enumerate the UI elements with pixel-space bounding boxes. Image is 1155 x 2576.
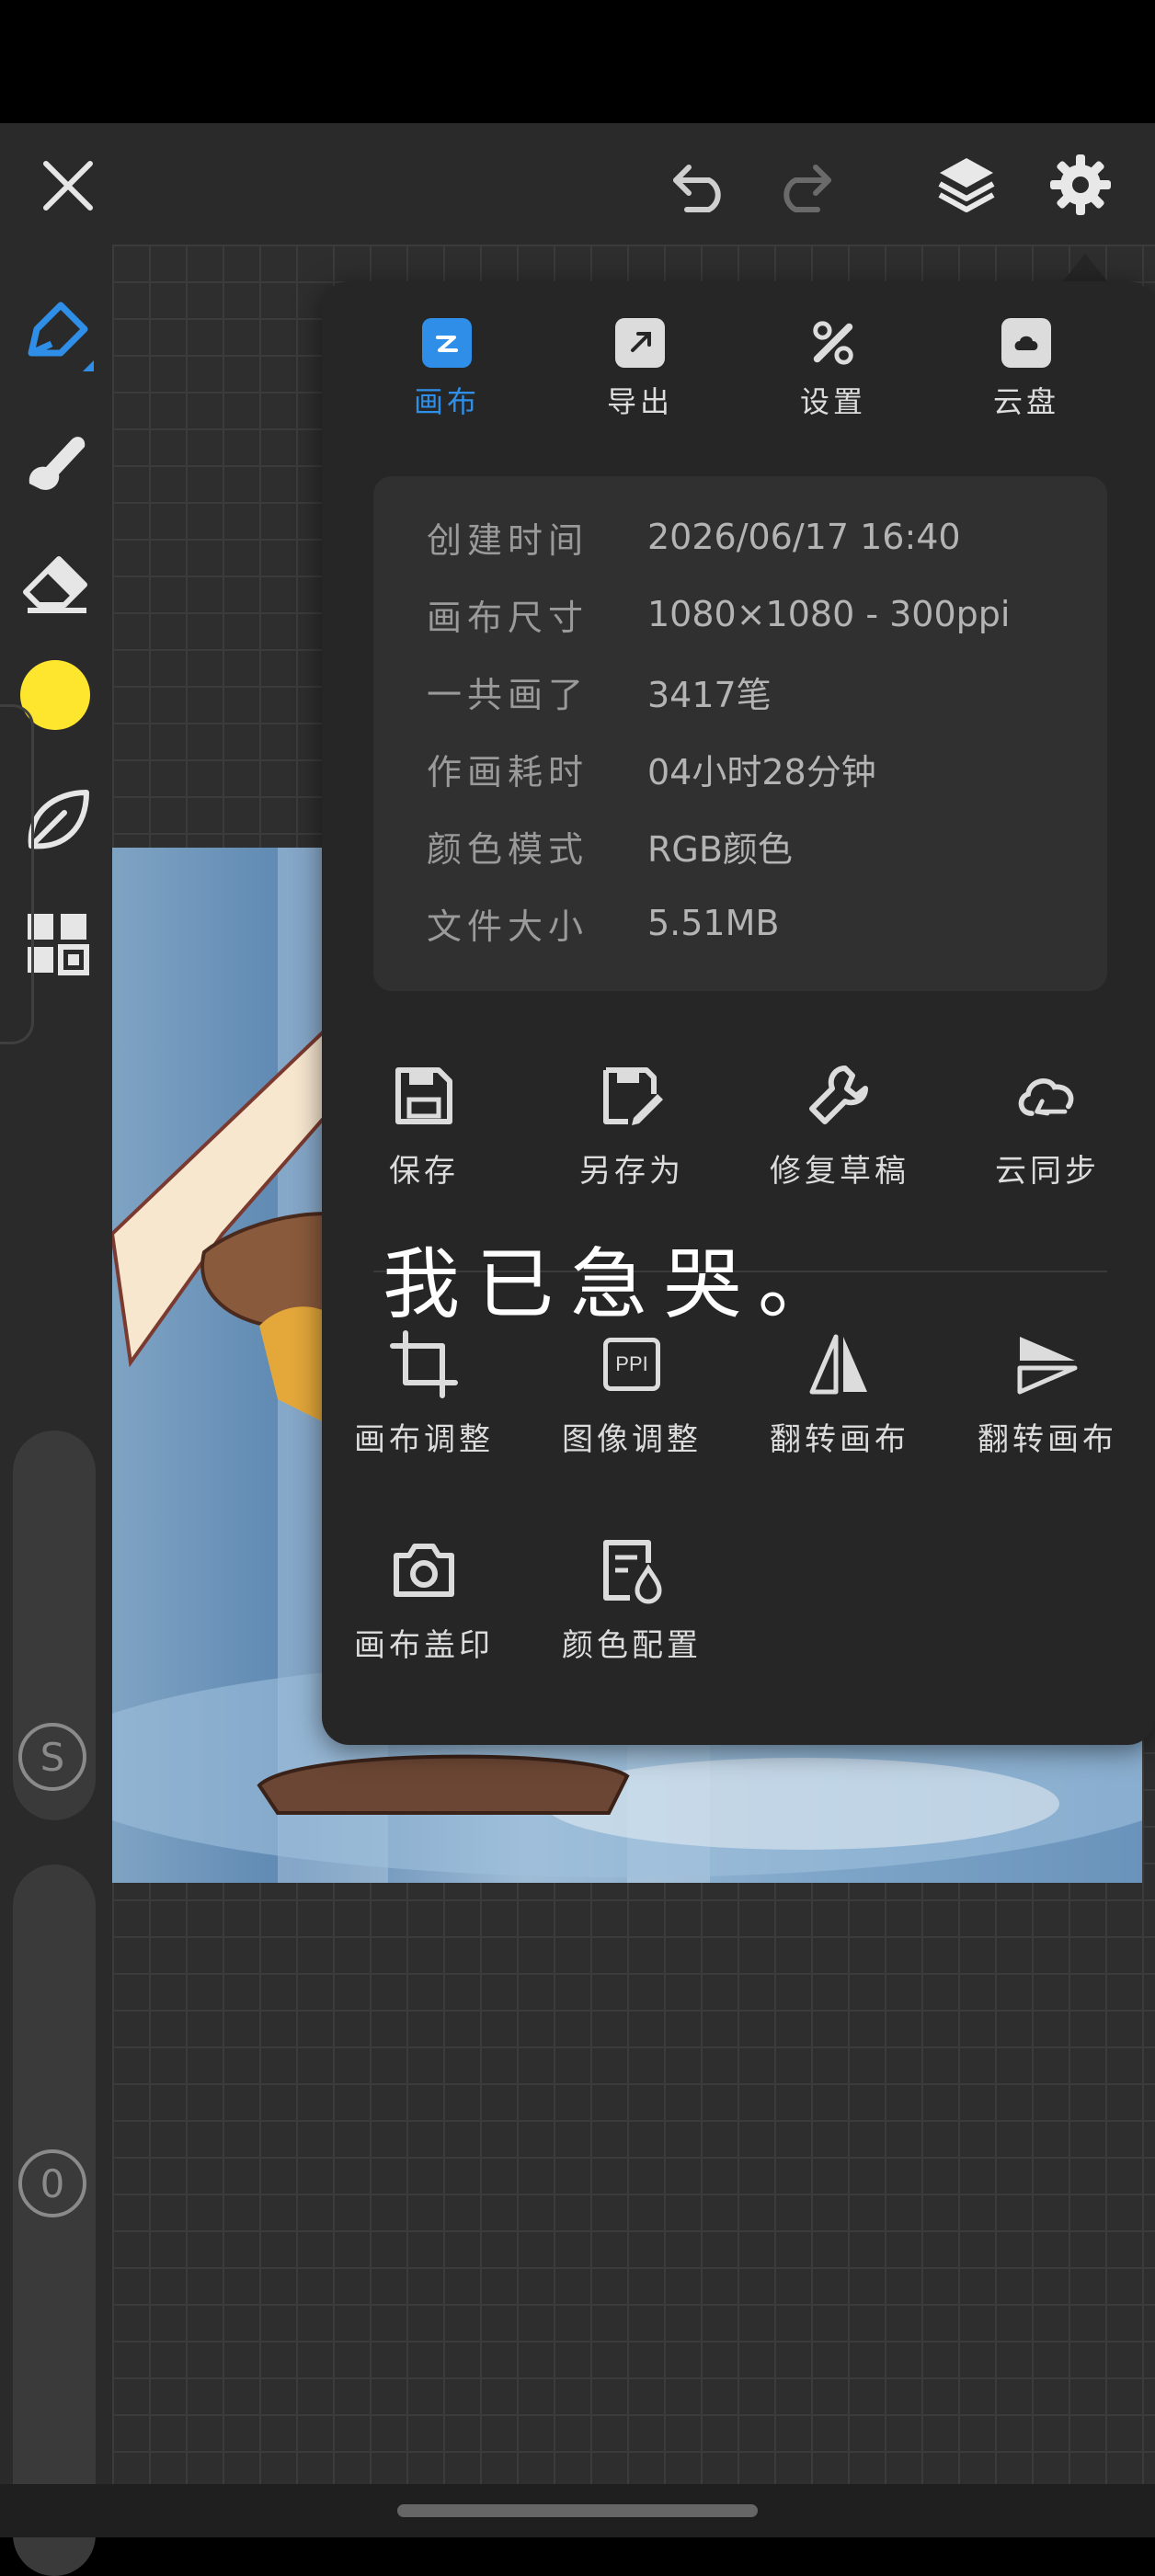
info-key: 创建时间 — [427, 519, 589, 561]
info-value: 5.51MB — [647, 903, 780, 943]
info-row: 颜色模式 RGB颜色 — [427, 818, 793, 873]
settings-tools-icon — [808, 318, 858, 368]
close-button[interactable] — [31, 149, 105, 222]
info-value: 2026/06/17 16:40 — [647, 517, 961, 557]
redo-button[interactable] — [767, 149, 841, 222]
tab-settings[interactable]: 设置 — [769, 318, 898, 438]
info-key: 作画耗时 — [427, 751, 589, 792]
canvas-settings-menu: 画布 导出 设置 云盘 创建时间 2026/06/17 16:40 画布尺寸 108… — [322, 281, 1155, 1745]
eraser-tool-button[interactable] — [18, 542, 96, 620]
info-row: 创建时间 2026/06/17 16:40 — [427, 509, 961, 564]
camera-icon — [387, 1533, 461, 1607]
size-value-badge: S — [18, 1723, 86, 1791]
ppi-icon: PPI — [595, 1328, 669, 1401]
save-icon — [387, 1059, 461, 1133]
left-toolbar: S 0 — [0, 245, 112, 2576]
canvas-adjust-label: 画布调整 — [354, 1421, 494, 1458]
repair-draft-button[interactable]: 修复草稿 — [743, 1059, 936, 1191]
pen-icon — [28, 302, 94, 371]
cloud-sync-button[interactable]: 云同步 — [951, 1059, 1144, 1191]
repair-draft-label: 修复草稿 — [770, 1153, 909, 1190]
tab-cloud-drive-label: 云盘 — [992, 384, 1059, 419]
tab-cloud-drive[interactable]: 云盘 — [962, 318, 1091, 438]
tab-settings-label: 设置 — [799, 384, 866, 419]
info-key: 一共画了 — [427, 674, 589, 715]
canvas-stamp-button[interactable]: 画布盖印 — [327, 1533, 520, 1665]
close-icon — [43, 161, 93, 211]
wrench-icon — [803, 1059, 876, 1133]
color-config-icon — [595, 1533, 669, 1607]
cloud-sync-icon — [1011, 1059, 1084, 1133]
pen-tool-button[interactable] — [18, 296, 96, 373]
flip-vertical-button[interactable]: 翻转画布 — [951, 1328, 1144, 1459]
info-value: 1080×1080 - 300ppi — [647, 594, 1011, 634]
undo-icon — [673, 165, 721, 212]
settings-button[interactable] — [1041, 145, 1120, 224]
flip-horizontal-icon — [803, 1328, 876, 1401]
layers-button[interactable] — [927, 145, 1006, 224]
image-adjust-label: 图像调整 — [562, 1421, 702, 1458]
color-config-label: 颜色配置 — [562, 1627, 702, 1664]
save-as-label: 另存为 — [579, 1153, 684, 1190]
info-row: 一共画了 3417笔 — [427, 664, 772, 719]
flip-horizontal-button[interactable]: 翻转画布 — [743, 1328, 936, 1459]
undo-button[interactable] — [664, 149, 738, 222]
layers-icon — [938, 158, 995, 212]
save-as-icon — [595, 1059, 669, 1133]
status-bar — [0, 0, 1155, 123]
info-value: RGB颜色 — [647, 828, 793, 870]
flip-horizontal-label: 翻转画布 — [770, 1421, 909, 1458]
save-label: 保存 — [389, 1153, 459, 1190]
info-key: 颜色模式 — [427, 828, 589, 870]
tab-export-label: 导出 — [606, 384, 673, 419]
gear-icon — [1050, 154, 1111, 215]
canvas-icon — [422, 318, 472, 368]
tool-panel-handle[interactable] — [0, 704, 34, 1044]
smudge-tool-button[interactable] — [18, 419, 96, 496]
tab-canvas[interactable]: 画布 — [383, 318, 511, 438]
color-config-button[interactable]: 颜色配置 — [535, 1533, 728, 1665]
crop-icon — [387, 1328, 461, 1401]
canvas-stamp-label: 画布盖印 — [354, 1627, 494, 1664]
canvas-adjust-button[interactable]: 画布调整 — [327, 1328, 520, 1459]
export-icon — [615, 318, 665, 368]
eraser-icon — [23, 556, 87, 613]
info-value: 3417笔 — [647, 674, 772, 715]
smudge-icon — [29, 437, 86, 490]
menu-pointer — [1063, 254, 1107, 281]
opacity-value-badge: 0 — [18, 2149, 86, 2217]
cloud-drive-icon — [1001, 318, 1051, 368]
overlay-caption: 我已急哭。 — [383, 1239, 852, 1329]
top-toolbar — [0, 123, 1155, 245]
canvas-info-panel: 创建时间 2026/06/17 16:40 画布尺寸 1080×1080 - 300… — [373, 476, 1107, 991]
save-button[interactable]: 保存 — [327, 1059, 520, 1191]
info-row: 文件大小 5.51MB — [427, 895, 779, 951]
info-row: 画布尺寸 1080×1080 - 300ppi — [427, 587, 1010, 642]
opacity-slider[interactable] — [13, 1864, 96, 2576]
info-key: 文件大小 — [427, 906, 589, 947]
tab-canvas-label: 画布 — [413, 384, 480, 419]
redo-icon — [783, 165, 831, 212]
ppi-text: PPI — [603, 1338, 660, 1391]
save-as-button[interactable]: 另存为 — [535, 1059, 728, 1191]
flip-vertical-icon — [1011, 1328, 1084, 1401]
info-key: 画布尺寸 — [427, 597, 589, 638]
flip-vertical-label: 翻转画布 — [978, 1421, 1117, 1458]
home-indicator[interactable] — [397, 2504, 758, 2517]
info-row: 作画耗时 04小时28分钟 — [427, 741, 876, 796]
tab-export[interactable]: 导出 — [576, 318, 704, 438]
cloud-sync-label: 云同步 — [995, 1153, 1100, 1190]
image-adjust-button[interactable]: PPI 图像调整 — [535, 1328, 728, 1459]
info-value: 04小时28分钟 — [647, 751, 876, 792]
